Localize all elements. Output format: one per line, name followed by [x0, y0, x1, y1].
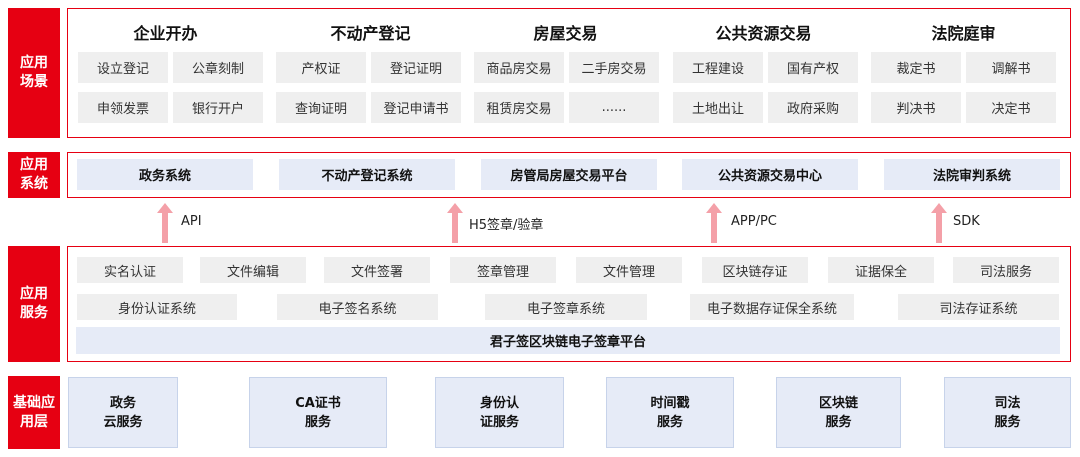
scenario-title: 法院庭审 [931, 24, 996, 43]
service-item: 实名认证 [77, 257, 183, 283]
base-service-box: 司法 服务 [944, 377, 1071, 448]
scenario-item: 决定书 [966, 92, 1056, 123]
interface-label: API [181, 214, 202, 229]
base-service-line2: 云服务 [103, 414, 143, 430]
scenario-item: ...... [569, 92, 659, 123]
scenario-item: 租赁房交易 [474, 92, 564, 123]
service-system: 电子数据存证保全系统 [690, 294, 854, 320]
base-service-box: 身份认 证服务 [435, 377, 564, 448]
layer-label-systems: 应用 系统 [8, 152, 60, 198]
scenario-item: 调解书 [966, 52, 1056, 83]
service-item: 签章管理 [450, 257, 556, 283]
scenario-title: 不动产登记 [330, 24, 411, 43]
up-arrow-icon [931, 203, 947, 243]
scenario-item: 二手房交易 [569, 52, 659, 83]
scenario-item: 土地出让 [673, 92, 763, 123]
service-system: 电子签名系统 [277, 294, 438, 320]
base-service-line2: 服务 [656, 414, 683, 430]
service-item: 司法服务 [953, 257, 1059, 283]
scenario-item: 银行开户 [173, 92, 263, 123]
scenario-title: 房屋交易 [533, 24, 598, 43]
base-service-box: 区块链 服务 [776, 377, 901, 448]
service-system: 司法存证系统 [898, 294, 1059, 320]
service-item: 文件签署 [324, 257, 430, 283]
base-service-box: 时间戳 服务 [606, 377, 734, 448]
scenario-item: 商品房交易 [474, 52, 564, 83]
service-item: 文件编辑 [200, 257, 306, 283]
service-system: 电子签章系统 [485, 294, 647, 320]
scenario-item: 产权证 [276, 52, 366, 83]
base-service-line1: CA证书 [295, 395, 341, 411]
scenario-item: 登记申请书 [371, 92, 461, 123]
scenario-item: 工程建设 [673, 52, 763, 83]
base-service-line2: 服务 [825, 414, 852, 430]
scenario-item: 公章刻制 [173, 52, 263, 83]
base-service-box: CA证书 服务 [249, 377, 387, 448]
system-box: 房管局房屋交易平台 [481, 159, 657, 190]
service-item: 证据保全 [828, 257, 934, 283]
layer-label-scenarios: 应用 场景 [8, 8, 60, 138]
scenario-item: 政府采购 [768, 92, 858, 123]
system-box: 公共资源交易中心 [682, 159, 858, 190]
service-system: 身份认证系统 [77, 294, 237, 320]
interface-label: SDK [953, 214, 980, 229]
layer-label-base: 基础应 用层 [8, 376, 60, 449]
up-arrow-icon [157, 203, 173, 243]
base-service-line1: 身份认 [479, 395, 519, 411]
scenario-title: 公共资源交易 [715, 24, 812, 43]
base-service-line2: 证服务 [479, 414, 519, 430]
base-service-line1: 区块链 [818, 395, 858, 411]
base-service-line2: 服务 [304, 414, 331, 430]
base-service-line2: 服务 [994, 414, 1021, 430]
layer-label-services: 应用 服务 [8, 246, 60, 362]
system-box: 政务系统 [77, 159, 253, 190]
interface-label: H5签章/验章 [469, 218, 544, 233]
platform-bar: 君子签区块链电子签章平台 [76, 327, 1060, 354]
scenario-item: 判决书 [871, 92, 961, 123]
system-box: 法院审判系统 [884, 159, 1060, 190]
base-service-box: 政务 云服务 [68, 377, 178, 448]
service-item: 区块链存证 [702, 257, 808, 283]
scenario-item: 裁定书 [871, 52, 961, 83]
base-service-line1: 司法 [994, 395, 1021, 411]
up-arrow-icon [706, 203, 722, 243]
interface-label: APP/PC [731, 214, 777, 229]
scenario-item: 设立登记 [78, 52, 168, 83]
scenario-item: 申领发票 [78, 92, 168, 123]
up-arrow-icon [447, 203, 463, 243]
base-service-line1: 时间戳 [650, 395, 690, 411]
scenario-item: 登记证明 [371, 52, 461, 83]
scenario-title: 企业开办 [133, 24, 198, 43]
scenario-item: 查询证明 [276, 92, 366, 123]
system-box: 不动产登记系统 [279, 159, 455, 190]
service-item: 文件管理 [576, 257, 682, 283]
scenario-item: 国有产权 [768, 52, 858, 83]
base-service-line1: 政务 [109, 395, 136, 411]
